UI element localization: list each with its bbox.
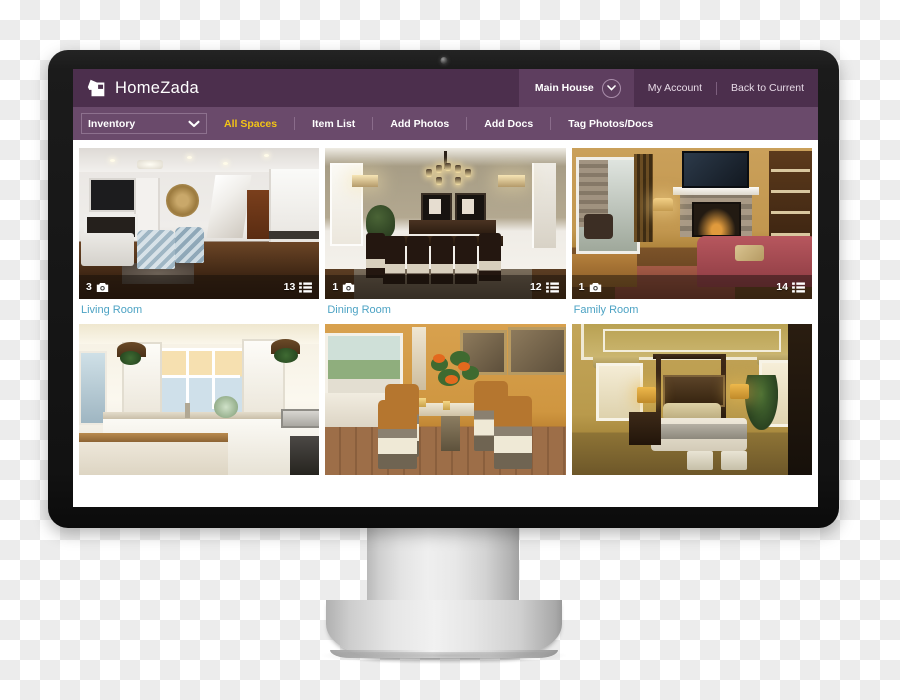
photo-count: 3 <box>86 281 109 293</box>
nav-link-all-spaces[interactable]: All Spaces <box>207 118 294 130</box>
nav-link-item-list[interactable]: Item List <box>295 118 372 130</box>
header-link-back-to-current[interactable]: Back to Current <box>717 69 818 107</box>
nav-links: All Spaces Item List Add Photos Add Docs… <box>207 117 818 130</box>
photo-count: 1 <box>332 281 355 293</box>
header-link-label: My Account <box>647 82 703 94</box>
space-title[interactable] <box>572 475 812 484</box>
chevron-down-icon[interactable] <box>601 78 621 98</box>
space-card[interactable] <box>79 324 320 484</box>
spaces-grid: 3 13 Living Room 1 12 Dining Room 1 14 F… <box>79 148 812 484</box>
space-title[interactable]: Dining Room <box>325 299 565 320</box>
brand-name: HomeZada <box>115 78 200 97</box>
inventory-dropdown[interactable]: Inventory <box>81 113 207 134</box>
space-thumbnail[interactable] <box>79 324 320 475</box>
nav-bar: Inventory All Spaces Item List Add Photo… <box>73 107 818 140</box>
item-count: 12 <box>530 281 559 293</box>
screen: HomeZada Main House My Account Back to C… <box>73 69 818 507</box>
house-selector-label: Main House <box>534 82 594 94</box>
nav-link-add-docs[interactable]: Add Docs <box>467 118 550 130</box>
item-count-value: 12 <box>529 281 542 293</box>
camera-icon <box>589 282 601 292</box>
header-link-label: Back to Current <box>731 82 804 94</box>
inventory-dropdown-value: Inventory <box>88 117 136 130</box>
house-logo-icon <box>87 79 105 97</box>
app-header: HomeZada Main House My Account Back to C… <box>73 69 818 107</box>
space-thumbnail[interactable]: 1 12 <box>325 148 566 299</box>
item-count: 13 <box>284 281 313 293</box>
header-right: Main House My Account Back to Current <box>518 69 818 107</box>
thumbnail-overlay: 1 12 <box>325 275 566 299</box>
space-title[interactable]: Living Room <box>79 299 319 320</box>
master-bedroom-photo <box>571 324 812 475</box>
nav-link-tag-photos-docs[interactable]: Tag Photos/Docs <box>551 118 670 130</box>
space-card[interactable]: 1 14 Family Room <box>571 148 812 320</box>
item-count-value: 13 <box>283 281 296 293</box>
house-selector-tab[interactable]: Main House <box>518 69 634 107</box>
space-thumbnail[interactable]: 1 14 <box>571 148 812 299</box>
space-card[interactable] <box>571 324 812 484</box>
chevron-down-icon <box>188 120 200 127</box>
space-card[interactable]: 1 12 Dining Room <box>325 148 566 320</box>
kitchen-photo <box>79 324 320 475</box>
space-card[interactable]: 3 13 Living Room <box>79 148 320 320</box>
space-title[interactable] <box>325 475 565 484</box>
item-count-value: 14 <box>776 281 788 293</box>
list-icon <box>792 281 805 293</box>
space-thumbnail[interactable]: 3 13 <box>79 148 320 299</box>
space-title[interactable]: Family Room <box>572 299 812 320</box>
brand[interactable]: HomeZada <box>73 77 199 99</box>
space-thumbnail[interactable] <box>571 324 812 475</box>
space-card[interactable] <box>325 324 566 484</box>
screenshot-stage: HomeZada Main House My Account Back to C… <box>0 0 900 700</box>
nav-link-add-photos[interactable]: Add Photos <box>373 118 466 130</box>
photo-count: 1 <box>579 281 602 293</box>
item-count: 14 <box>776 281 805 293</box>
camera-icon <box>96 282 109 292</box>
list-icon <box>299 281 313 293</box>
camera-icon <box>342 282 355 292</box>
webcam-icon <box>440 57 447 64</box>
space-thumbnail[interactable] <box>325 324 566 475</box>
spaces-content: 3 13 Living Room 1 12 Dining Room 1 14 F… <box>73 140 818 507</box>
monitor-stand-shadow <box>322 652 566 664</box>
photo-count-value: 1 <box>578 281 585 293</box>
breakfast-nook-photo <box>325 324 566 475</box>
photo-count-value: 1 <box>332 281 339 293</box>
list-icon <box>545 281 559 293</box>
thumbnail-overlay: 3 13 <box>79 275 320 299</box>
space-title[interactable] <box>79 475 319 484</box>
photo-count-value: 3 <box>86 281 92 293</box>
thumbnail-overlay: 1 14 <box>571 275 812 299</box>
monitor-bezel: HomeZada Main House My Account Back to C… <box>48 50 839 528</box>
header-link-my-account[interactable]: My Account <box>634 69 716 107</box>
